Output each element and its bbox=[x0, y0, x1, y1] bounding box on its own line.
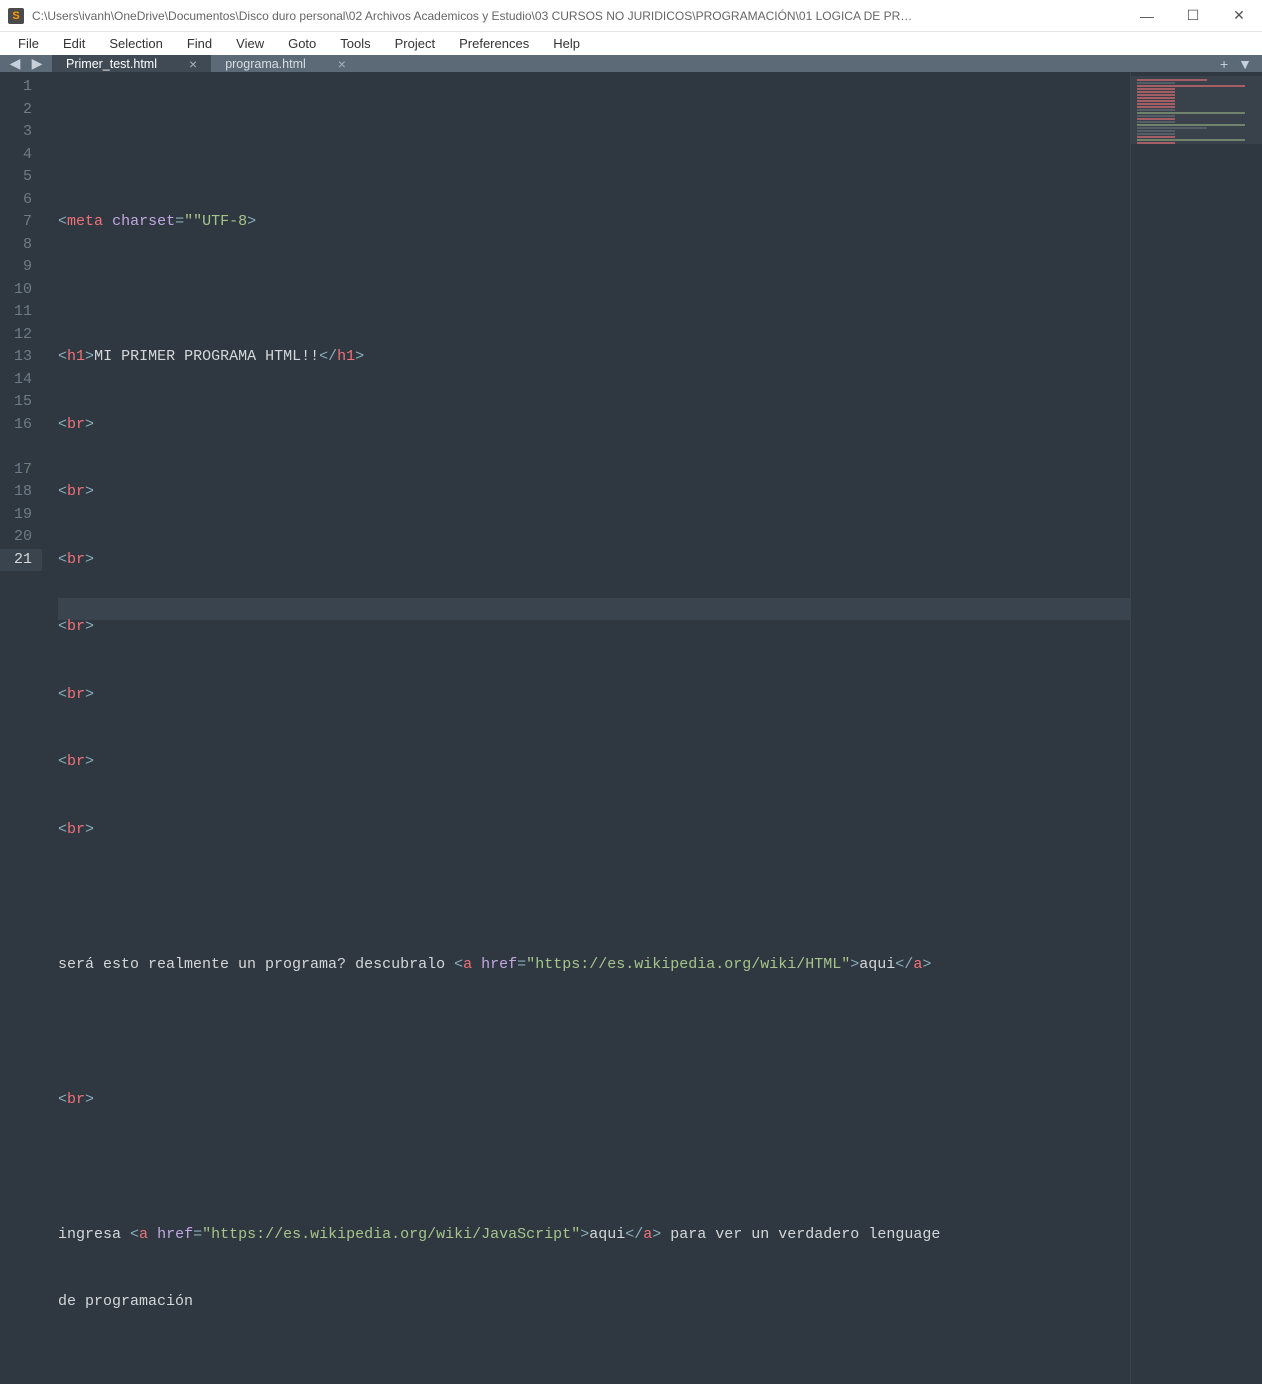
code-line: <br> bbox=[58, 481, 1130, 504]
menu-find[interactable]: Find bbox=[177, 32, 222, 55]
line-number: 6 bbox=[14, 189, 32, 212]
line-number: 18 bbox=[14, 481, 32, 504]
code-area[interactable]: <meta charset=""UTF-8> <h1>MI PRIMER PRO… bbox=[42, 72, 1130, 1384]
line-number: 7 bbox=[14, 211, 32, 234]
code-line: <br> bbox=[58, 751, 1130, 774]
line-number: 16 bbox=[14, 414, 32, 437]
line-number bbox=[14, 436, 32, 459]
menu-help[interactable]: Help bbox=[543, 32, 590, 55]
code-line: <br> bbox=[58, 1089, 1130, 1112]
tab-programa[interactable]: programa.html × bbox=[211, 55, 360, 72]
code-line: de programación bbox=[58, 1291, 1130, 1314]
minimize-button[interactable]: — bbox=[1124, 0, 1170, 32]
tab-bar: ◀ ▶ Primer_test.html × programa.html × +… bbox=[0, 55, 1262, 72]
line-number: 14 bbox=[14, 369, 32, 392]
code-line: será esto realmente un programa? descubr… bbox=[58, 954, 1130, 977]
code-line bbox=[58, 1021, 1130, 1044]
new-tab-icon[interactable]: + bbox=[1220, 56, 1228, 72]
line-number-active: 21 bbox=[0, 549, 42, 572]
line-number: 17 bbox=[14, 459, 32, 482]
menu-file[interactable]: File bbox=[8, 32, 49, 55]
menu-bar: File Edit Selection Find View Goto Tools… bbox=[0, 32, 1262, 55]
code-line: <br> bbox=[58, 414, 1130, 437]
line-number: 20 bbox=[14, 526, 32, 549]
window-titlebar: S C:\Users\ivanh\OneDrive\Documentos\Dis… bbox=[0, 0, 1262, 32]
line-number: 5 bbox=[14, 166, 32, 189]
code-line bbox=[58, 279, 1130, 302]
code-line: <br> bbox=[58, 684, 1130, 707]
editor: 1 2 3 4 5 6 7 8 9 10 11 12 13 14 15 16 1… bbox=[0, 72, 1262, 1384]
code-line bbox=[58, 1359, 1130, 1382]
line-number: 12 bbox=[14, 324, 32, 347]
menu-preferences[interactable]: Preferences bbox=[449, 32, 539, 55]
close-button[interactable]: ✕ bbox=[1216, 0, 1262, 32]
code-line: <h1>MI PRIMER PROGRAMA HTML!!</h1> bbox=[58, 346, 1130, 369]
line-number: 4 bbox=[14, 144, 32, 167]
line-number: 2 bbox=[14, 99, 32, 122]
line-number: 1 bbox=[14, 76, 32, 99]
tab-label: Primer_test.html bbox=[66, 57, 157, 71]
app-icon: S bbox=[8, 8, 24, 24]
menu-view[interactable]: View bbox=[226, 32, 274, 55]
code-line: <br> bbox=[58, 549, 1130, 572]
line-number: 10 bbox=[14, 279, 32, 302]
line-number: 9 bbox=[14, 256, 32, 279]
minimap[interactable] bbox=[1130, 72, 1262, 1384]
tab-next-icon[interactable]: ▶ bbox=[28, 55, 46, 72]
tab-prev-icon[interactable]: ◀ bbox=[6, 55, 24, 72]
tab-bar-controls: + ▼ bbox=[1220, 55, 1262, 72]
line-number: 13 bbox=[14, 346, 32, 369]
line-number: 8 bbox=[14, 234, 32, 257]
menu-goto[interactable]: Goto bbox=[278, 32, 326, 55]
line-number: 19 bbox=[14, 504, 32, 527]
tab-primer-test[interactable]: Primer_test.html × bbox=[52, 55, 211, 72]
line-number: 11 bbox=[14, 301, 32, 324]
maximize-button[interactable]: ☐ bbox=[1170, 0, 1216, 32]
window-title: C:\Users\ivanh\OneDrive\Documentos\Disco… bbox=[32, 9, 1124, 23]
menu-edit[interactable]: Edit bbox=[53, 32, 95, 55]
line-number: 3 bbox=[14, 121, 32, 144]
line-number: 15 bbox=[14, 391, 32, 414]
code-line: ingresa <a href="https://es.wikipedia.or… bbox=[58, 1224, 1130, 1247]
menu-selection[interactable]: Selection bbox=[99, 32, 172, 55]
window-controls: — ☐ ✕ bbox=[1124, 0, 1262, 32]
code-line bbox=[58, 886, 1130, 909]
code-line: <br> bbox=[58, 616, 1130, 639]
tab-label: programa.html bbox=[225, 57, 306, 71]
code-line: <br> bbox=[58, 819, 1130, 842]
line-gutter: 1 2 3 4 5 6 7 8 9 10 11 12 13 14 15 16 1… bbox=[0, 72, 42, 1384]
menu-project[interactable]: Project bbox=[385, 32, 445, 55]
tab-nav: ◀ ▶ bbox=[0, 55, 52, 72]
close-icon[interactable]: × bbox=[189, 56, 197, 72]
code-line bbox=[58, 1156, 1130, 1179]
code-line: <meta charset=""UTF-8> bbox=[58, 211, 1130, 234]
menu-tools[interactable]: Tools bbox=[330, 32, 380, 55]
tab-menu-icon[interactable]: ▼ bbox=[1238, 56, 1252, 72]
close-icon[interactable]: × bbox=[338, 56, 346, 72]
